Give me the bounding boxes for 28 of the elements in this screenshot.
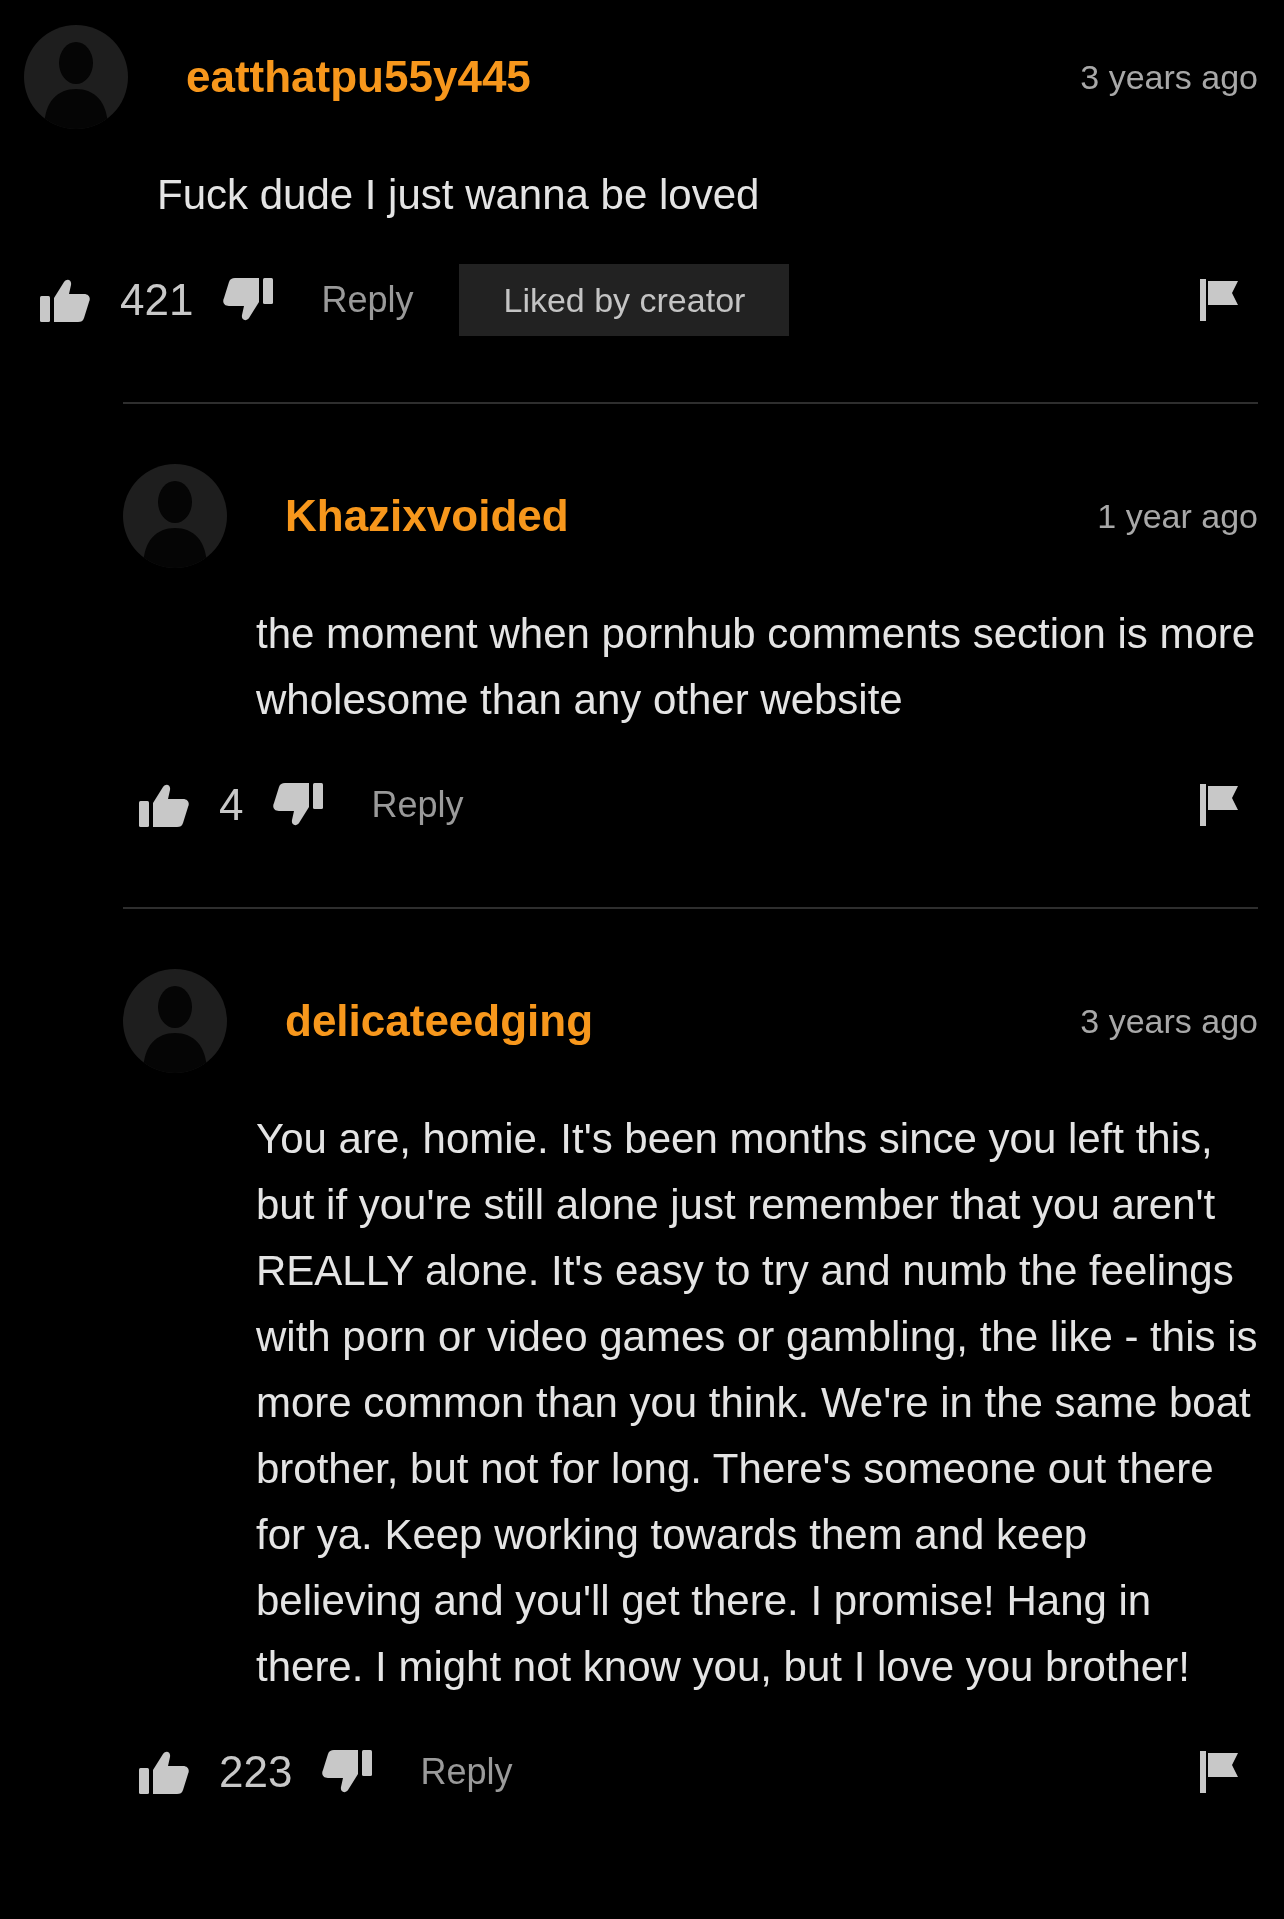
reply-button[interactable]: Reply	[420, 1751, 513, 1793]
flag-icon[interactable]	[1200, 784, 1240, 826]
flag-icon[interactable]	[1200, 1751, 1240, 1793]
comment-text: You are, homie. It's been months since you left this, but if you're still alone just remember that you aren't REALLY alone. It's easy to try and numb the feelings with porn or video games or gambling, the like - this is more common than you think. We're in the same boat brother, but not for long. There's someone out there for ya. Keep working towards them and keep believing and you'll get there. I promise! Hang in there. I might not know you, but I love you brother!	[256, 1114, 1258, 1692]
avatar-icon	[24, 25, 128, 129]
like-count: 223	[219, 1747, 293, 1797]
timestamp: 3 years ago	[1080, 1001, 1258, 1041]
thumbs-down-icon[interactable]	[223, 278, 274, 322]
thumbs-down-icon[interactable]	[273, 783, 324, 827]
thumbs-up-icon[interactable]	[139, 1750, 189, 1794]
thumbs-down-icon[interactable]	[322, 1750, 373, 1794]
username[interactable]: delicateedging	[285, 996, 594, 1046]
comment-text: Fuck dude I just wanna be loved	[157, 170, 761, 220]
reply-button[interactable]: Reply	[371, 784, 464, 826]
avatar-icon	[123, 969, 227, 1073]
reply-button[interactable]: Reply	[321, 279, 414, 321]
like-count: 4	[219, 780, 244, 830]
timestamp: 1 year ago	[1097, 496, 1258, 536]
username[interactable]: Khazixvoided	[285, 491, 569, 541]
username[interactable]: eatthatpu55y445	[186, 52, 531, 102]
timestamp: 3 years ago	[1080, 57, 1258, 97]
flag-icon[interactable]	[1200, 279, 1240, 321]
thumbs-up-icon[interactable]	[40, 278, 90, 322]
like-count: 421	[120, 275, 194, 325]
comment-text: the moment when pornhub comments section is more wholesome than any other website	[256, 609, 1257, 725]
avatar-icon	[123, 464, 227, 568]
liked-by-creator-badge: Liked by creator	[459, 264, 790, 336]
thumbs-up-icon[interactable]	[139, 783, 189, 827]
